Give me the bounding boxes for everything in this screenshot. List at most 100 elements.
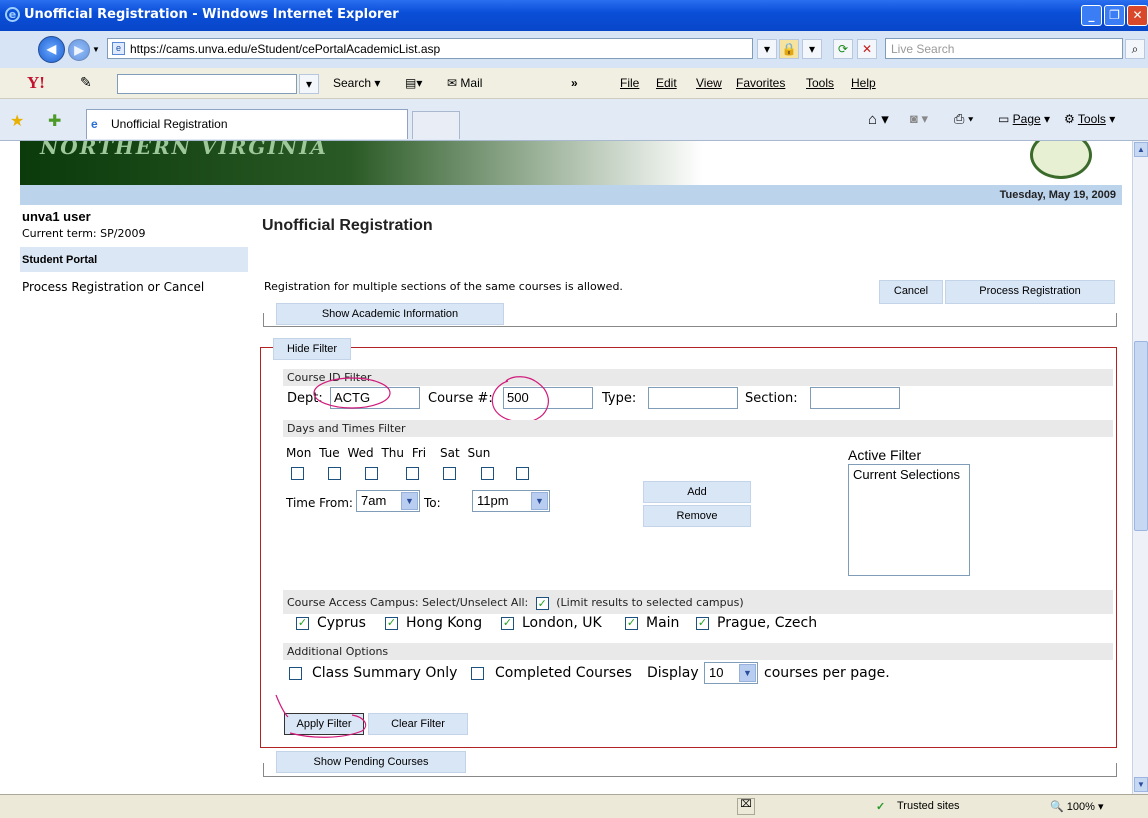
menu-view[interactable]: View [696,76,722,90]
per-page-suffix: courses per page. [764,665,890,681]
day-mon: Mon [286,446,312,460]
checkbox-london[interactable]: ✓ [501,617,514,630]
process-registration-link[interactable]: Process Registration or Cancel [20,272,248,298]
annotation-circle-dept [313,377,391,409]
address-bar[interactable]: e https://cams.unva.edu/eStudent/cePorta… [107,38,753,59]
restore-button[interactable]: ❐ [1104,5,1125,26]
yahoo-logo-icon[interactable]: Y! [27,73,45,93]
checkbox-main[interactable]: ✓ [625,617,638,630]
minimize-button[interactable]: _ [1081,5,1102,26]
menu-file[interactable]: File [620,76,639,90]
menu-help[interactable]: Help [851,76,876,90]
scroll-up-icon[interactable]: ▲ [1134,142,1148,157]
gear-icon: ⚙ [1064,112,1075,126]
close-button[interactable]: ✕ [1127,5,1148,26]
vertical-scrollbar[interactable]: ▲ ▼ [1132,141,1148,794]
checkbox-sun[interactable] [516,467,529,480]
mail-label: Mail [460,76,483,90]
toolbar-chevrons[interactable]: » [571,76,578,90]
checkbox-wed[interactable] [365,467,378,480]
tab-unofficial-registration[interactable]: e Unofficial Registration [86,109,408,139]
student-portal-link[interactable]: Student Portal [20,246,248,272]
menu-tools[interactable]: Tools [806,76,834,90]
lock-icon[interactable]: 🔒 [779,39,799,59]
section-input[interactable] [810,387,900,409]
window-title: Unofficial Registration - Windows Intern… [24,7,399,22]
current-selections-item[interactable]: Current Selections [853,467,960,482]
menu-favorites[interactable]: Favorites [736,76,785,90]
checkbox-cyprus[interactable]: ✓ [296,617,309,630]
status-bar: ⌧ ✓ Trusted sites 🔍 100% ▾ [0,794,1148,818]
section-label: Section: [745,391,798,406]
history-dropdown-icon[interactable]: ▼ [92,45,100,54]
yahoo-search-dropdown-icon[interactable]: ▾ [299,74,319,94]
lock-dropdown-icon[interactable]: ▾ [802,39,822,59]
checkbox-hong-kong[interactable]: ✓ [385,617,398,630]
active-filter-list[interactable]: Current Selections [848,464,970,576]
checkbox-fri[interactable] [443,467,456,480]
tools-menu[interactable]: ⚙ Tools ▾ [1064,112,1115,126]
zoom-control[interactable]: 🔍 100% ▾ [1050,800,1103,813]
chevron-down-icon: ▼ [401,492,418,510]
address-url: https://cams.unva.edu/eStudent/cePortalA… [130,42,441,56]
time-to-select[interactable]: 11pm ▼ [472,490,550,512]
checkbox-thu[interactable] [406,467,419,480]
multiple-sections-note: Registration for multiple sections of th… [264,280,623,293]
search-icon[interactable]: ⌕ [1125,39,1145,59]
day-tue: Tue [319,446,340,460]
hide-filter-button[interactable]: Hide Filter [273,338,351,360]
print-icon[interactable]: ⎙ ▾ [954,111,973,127]
zone-label[interactable]: Trusted sites [897,800,960,812]
day-fri: Fri [411,446,427,460]
type-input[interactable] [648,387,738,409]
page-content: NORTHERN VIRGINIA Tuesday, May 19, 2009 … [0,141,1132,794]
university-seal [1030,141,1092,179]
select-all-campus-checkbox[interactable]: ✓ [535,596,549,610]
display-label: Display [647,665,699,681]
time-from-select[interactable]: 7am ▼ [356,490,420,512]
bookmarks-icon[interactable]: ▤▾ [405,76,422,90]
live-search-input[interactable]: Live Search [885,38,1123,59]
process-registration-button[interactable]: Process Registration [945,280,1115,304]
popup-blocker-icon[interactable]: ⌧ [737,798,755,815]
days-times-filter-header: Days and Times Filter [283,420,1113,437]
page-menu[interactable]: ▭ Page ▾ [998,112,1050,126]
checkbox-mon[interactable] [291,467,304,480]
title-bar: e Unofficial Registration - Windows Inte… [0,0,1148,31]
scroll-down-icon[interactable]: ▼ [1134,777,1148,792]
pencil-icon[interactable]: ✎ [80,74,92,91]
add-favorite-icon[interactable]: ✚ [48,111,61,131]
checkbox-class-summary[interactable] [289,667,302,680]
address-dropdown-icon[interactable]: ▾ [757,39,777,59]
scroll-thumb[interactable] [1134,341,1148,531]
favorites-star-icon[interactable]: ★ [10,111,24,131]
clear-filter-button[interactable]: Clear Filter [368,713,468,735]
show-academic-info-button[interactable]: Show Academic Information [276,303,504,325]
search-button[interactable]: Search ▾ [333,76,380,90]
home-icon[interactable]: ⌂ ▾ [868,110,889,128]
back-button[interactable]: ◀ [38,36,65,63]
time-from-label: Time From: [286,496,353,510]
banner-logo: NORTHERN VIRGINIA [40,141,328,159]
remove-button[interactable]: Remove [643,505,751,527]
forward-button[interactable]: ▶ [68,39,90,61]
menu-edit[interactable]: Edit [656,76,677,90]
completed-courses-label: Completed Courses [495,665,632,681]
refresh-icon[interactable]: ⟳ [833,39,853,59]
checkbox-sat[interactable] [481,467,494,480]
checkbox-tue[interactable] [328,467,341,480]
checkbox-prague[interactable]: ✓ [696,617,709,630]
per-page-select[interactable]: 10 ▼ [704,662,758,684]
yahoo-search-input[interactable] [117,74,297,94]
mail-button[interactable]: ✉ Mail [447,76,482,90]
campus-main: Main [646,615,680,631]
stop-icon[interactable]: ✕ [857,39,877,59]
checkbox-completed-courses[interactable] [471,667,484,680]
per-page-value: 10 [709,665,724,680]
new-tab-button[interactable] [412,111,460,139]
page-icon: e [112,42,125,55]
feeds-icon[interactable]: ◙ ▾ [910,111,928,127]
add-button[interactable]: Add [643,481,751,503]
cancel-button[interactable]: Cancel [879,280,943,304]
show-pending-courses-button[interactable]: Show Pending Courses [276,751,466,773]
